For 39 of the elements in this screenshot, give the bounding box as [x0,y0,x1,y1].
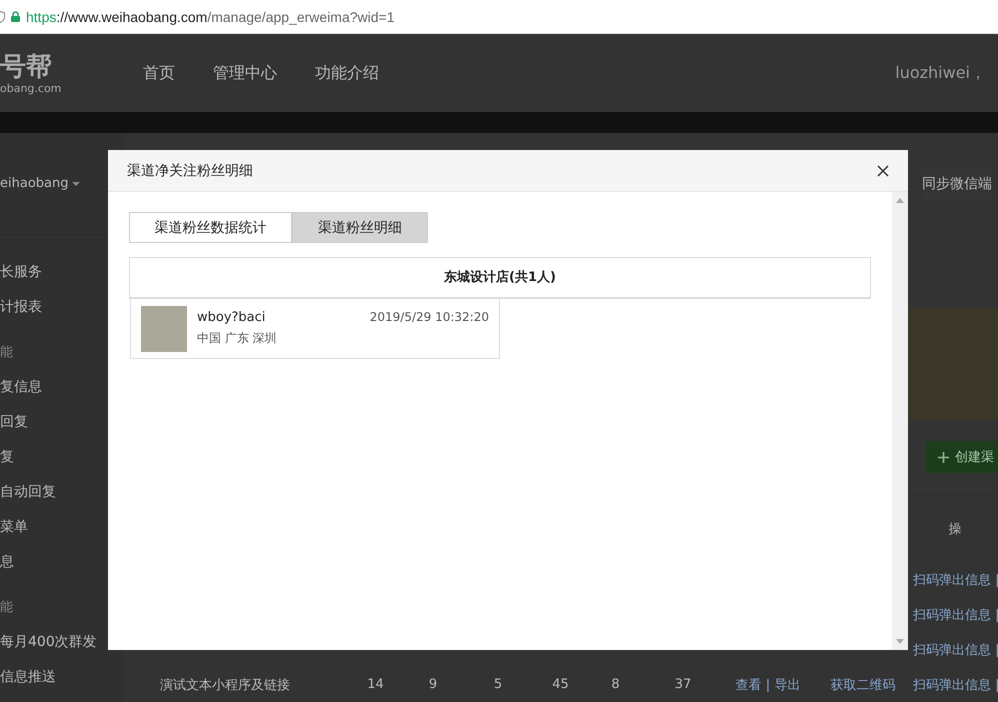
table-cell: 45 [552,677,569,692]
table-link[interactable]: 扫码弹出信息 | [913,572,998,588]
table-cell: 演试文本小程序及链接 [160,678,290,692]
close-icon[interactable] [877,164,889,176]
column-header: 操 [948,522,962,537]
table-link[interactable]: 扫码弹出信息 | [913,678,998,692]
url-text[interactable]: https://www.weihaobang.com/manage/app_erweima?wid=1 [26,8,395,24]
nav-link[interactable]: 功能介绍 [315,62,379,84]
table-cell: 8 [611,677,620,692]
scroll-up-icon[interactable] [896,198,904,203]
scroll-down-icon[interactable] [896,639,904,644]
tab[interactable]: 渠道粉丝数据统计 [129,212,292,243]
nav-link[interactable]: 管理中心 [213,62,277,84]
scrollbar[interactable] [892,192,908,650]
plus-icon [938,452,949,462]
user-greeting: luozhiwei， [895,62,986,84]
table-cell: 9 [428,677,438,692]
create-button[interactable]: 创建渠 [926,441,998,473]
sidebar-heading: 能 [0,344,14,362]
dialog-title: 渠道净关注粉丝明细 [127,162,253,180]
group-header: 东城设计店(共1人) [129,257,871,299]
table-link[interactable]: 扫码弹出信息 | [913,608,998,623]
table-cell: 37 [674,677,692,692]
logo-domain: obang.com [0,82,62,94]
table-link[interactable]: 查看 | 导出 [736,678,800,692]
photo-placeholder [141,306,187,352]
table-cell: 14 [367,677,384,692]
sidebar-item[interactable]: 信息推送 [0,660,123,695]
table-link[interactable]: 扫码弹出信息 | [913,642,998,658]
table-cell: 5 [494,677,502,692]
sidebar-heading: 能 [0,599,14,617]
nav-link[interactable]: 首页 [143,62,175,84]
table-link[interactable]: 获取二维码 [830,678,896,692]
follow-time: 2019/5/29 10:32:20 [370,310,489,325]
fan-location: 中国 广东 深圳 [197,330,278,347]
logo-title: 号帮 [0,52,53,82]
lock-icon [11,11,20,22]
fan-nickname: wboy?baci [197,310,266,325]
tab[interactable]: 渠道粉丝明细 [292,212,428,243]
